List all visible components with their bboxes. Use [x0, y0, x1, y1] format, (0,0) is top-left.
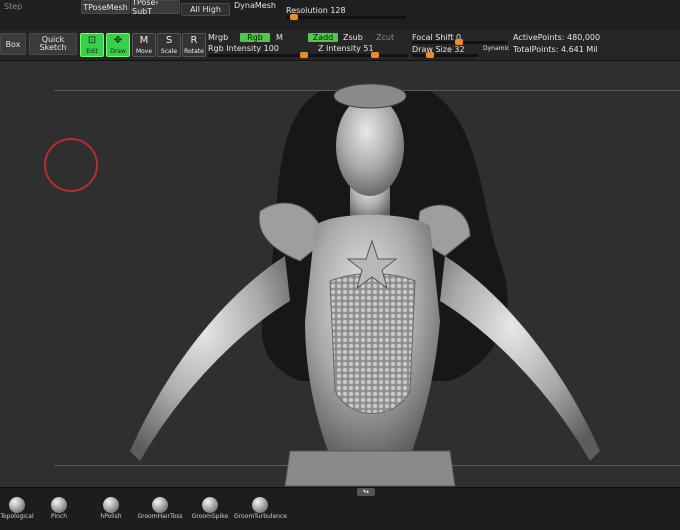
quick-sketch-line2: Sketch [39, 43, 67, 52]
total-points-readout: TotalPoints: 4.641 Mil [513, 45, 598, 54]
chainmail-panel [329, 273, 416, 414]
dynamic-button[interactable]: Dynamic [483, 45, 509, 52]
tpose-subt-button[interactable]: TPose› SubT [131, 0, 180, 16]
move-button[interactable]: M Move [132, 33, 156, 57]
focal-shift-slider[interactable] [412, 39, 507, 45]
pinch-brush-icon [51, 497, 67, 513]
brush-topological-label: Topological [0, 513, 34, 520]
draw-size-knob[interactable] [426, 52, 434, 58]
edit-icon: ⊡ [87, 35, 97, 46]
brush-groomturbulence-label: GroomTurbulence [234, 513, 287, 520]
z-intensity-knob[interactable] [371, 52, 379, 58]
m-button[interactable]: M [276, 33, 283, 42]
quick-sketch-button[interactable]: Quick Sketch [29, 33, 77, 55]
draw-size-slider[interactable] [412, 52, 478, 58]
resolution-slider[interactable] [286, 14, 406, 20]
draw-size-label: Draw Size 32 [412, 45, 465, 54]
brush-groomspike[interactable]: GroomSpike [190, 497, 230, 527]
scale-icon: S [165, 35, 173, 46]
shelf-collapse-icon[interactable]: ▾▴ [357, 488, 375, 496]
zsub-button[interactable]: Zsub [343, 33, 363, 42]
topological-brush-icon [9, 497, 25, 513]
rotate-button[interactable]: R Rotate [182, 33, 206, 57]
move-label: Move [135, 48, 153, 55]
rgb-intensity-label: Rgb Intensity 100 [208, 44, 279, 53]
rgb-intensity-knob[interactable] [300, 52, 308, 58]
mrgb-button[interactable]: Mrgb [208, 33, 228, 42]
rgb-intensity-slider[interactable] [208, 52, 308, 58]
active-points-readout: ActivePoints: 480,000 [513, 33, 601, 42]
scale-button[interactable]: S Scale [157, 33, 181, 57]
bust-base [284, 450, 456, 487]
all-high-button[interactable]: All High [181, 3, 230, 16]
zcut-button[interactable]: Zcut [376, 33, 394, 42]
brush-hpolish-label: hPolish [100, 513, 122, 520]
hpolish-brush-icon [103, 497, 119, 513]
groomturbulence-brush-icon [252, 497, 268, 513]
tpose-mesh-button[interactable]: TPoseMesh [81, 0, 130, 14]
move-icon: M [139, 35, 149, 46]
draw-button[interactable]: ✥ Draw [106, 33, 130, 57]
brush-pinch[interactable]: Pinch [44, 497, 74, 527]
brush-topological[interactable]: Topological [0, 497, 34, 527]
edit-label: Edit [86, 48, 98, 55]
draw-icon: ✥ [113, 35, 123, 46]
rotate-icon: R [190, 35, 198, 46]
z-intensity-slider[interactable] [308, 52, 408, 58]
brush-hpolish[interactable]: hPolish [94, 497, 128, 527]
head [336, 96, 404, 196]
dynamesh-button[interactable]: DynaMesh [234, 1, 276, 10]
sculpt-model[interactable] [0, 61, 680, 487]
brush-groomspike-label: GroomSpike [191, 513, 229, 520]
zadd-button[interactable]: Zadd [308, 33, 338, 42]
scale-label: Scale [160, 48, 178, 55]
rotate-label: Rotate [184, 48, 204, 55]
edit-button[interactable]: ⊡ Edit [80, 33, 104, 57]
headpiece [333, 83, 407, 109]
groomhairtoss-brush-icon [152, 497, 168, 513]
resolution-knob[interactable] [290, 14, 298, 20]
z-intensity-label: Z Intensity 51 [318, 44, 374, 53]
groomspike-brush-icon [202, 497, 218, 513]
brush-groomturbulence[interactable]: GroomTurbulence [234, 497, 287, 527]
left-arm [130, 256, 290, 461]
brush-pinch-label: Pinch [50, 513, 68, 520]
brush-groomhairtoss-label: GroomHairToss [137, 513, 183, 520]
brush-groomhairtoss[interactable]: GroomHairToss [136, 497, 184, 527]
box-button[interactable]: Box [0, 33, 26, 55]
draw-label: Draw [110, 48, 126, 55]
top-menu-bar: Step TPoseMesh TPose› SubT All High Dyna… [0, 0, 680, 31]
rgb-button[interactable]: Rgb [240, 33, 270, 42]
step-label: Step [4, 2, 23, 11]
